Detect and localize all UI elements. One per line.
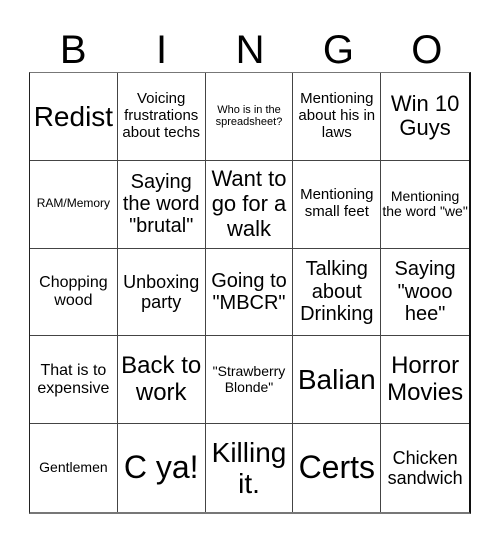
header-letter-i: I	[156, 28, 168, 72]
bingo-cell[interactable]: RAM/Memory	[30, 160, 118, 249]
bingo-cell[interactable]: Unboxing party	[117, 248, 206, 337]
bingo-cell[interactable]: Gentlemen	[30, 424, 118, 512]
header-letter-n: N	[235, 28, 265, 72]
bingo-cell[interactable]: Mentioning about his in laws	[293, 73, 382, 161]
bingo-cell[interactable]: Horror Movies	[381, 336, 469, 425]
bingo-cell[interactable]: Back to work	[117, 336, 206, 425]
header-letter-o: O	[411, 28, 443, 72]
bingo-cell[interactable]: C ya!	[118, 424, 206, 512]
bingo-cell[interactable]: Chicken sandwich	[381, 424, 469, 512]
bingo-cell[interactable]: Chopping wood	[30, 248, 118, 337]
bingo-cell[interactable]: Who is in the spreadsheet?	[205, 73, 294, 161]
bingo-cell[interactable]: Want to go for a walk	[205, 160, 294, 249]
bingo-cell[interactable]: Killing it.	[206, 424, 294, 512]
bingo-cell[interactable]: Talking about Drinking	[293, 248, 382, 337]
header-letter-g: G	[322, 28, 354, 72]
bingo-cell[interactable]: Balian	[293, 336, 382, 425]
bingo-cell[interactable]: Saying the word "brutal"	[117, 160, 206, 249]
bingo-cell[interactable]: Mentioning small feet	[293, 160, 382, 249]
bingo-cell[interactable]: Going to "MBCR"	[205, 248, 294, 337]
bingo-cell[interactable]: Certs	[293, 424, 382, 512]
bingo-card: Redist Voicing frustrations about techs …	[29, 72, 471, 514]
bingo-cell[interactable]: Mentioning the word "we"	[381, 161, 469, 249]
bingo-cell[interactable]: Voicing frustrations about techs	[117, 73, 206, 161]
bingo-cell[interactable]: Win 10 Guys	[381, 73, 469, 161]
bingo-header: B I N G O	[29, 28, 471, 72]
bingo-cell[interactable]: That is to expensive	[30, 336, 118, 425]
bingo-cell[interactable]: "Strawberry Blonde"	[205, 336, 294, 425]
bingo-cell[interactable]: Saying "wooo hee"	[381, 249, 469, 337]
bingo-cell[interactable]: Redist	[30, 73, 118, 161]
header-letter-b: B	[59, 28, 87, 72]
